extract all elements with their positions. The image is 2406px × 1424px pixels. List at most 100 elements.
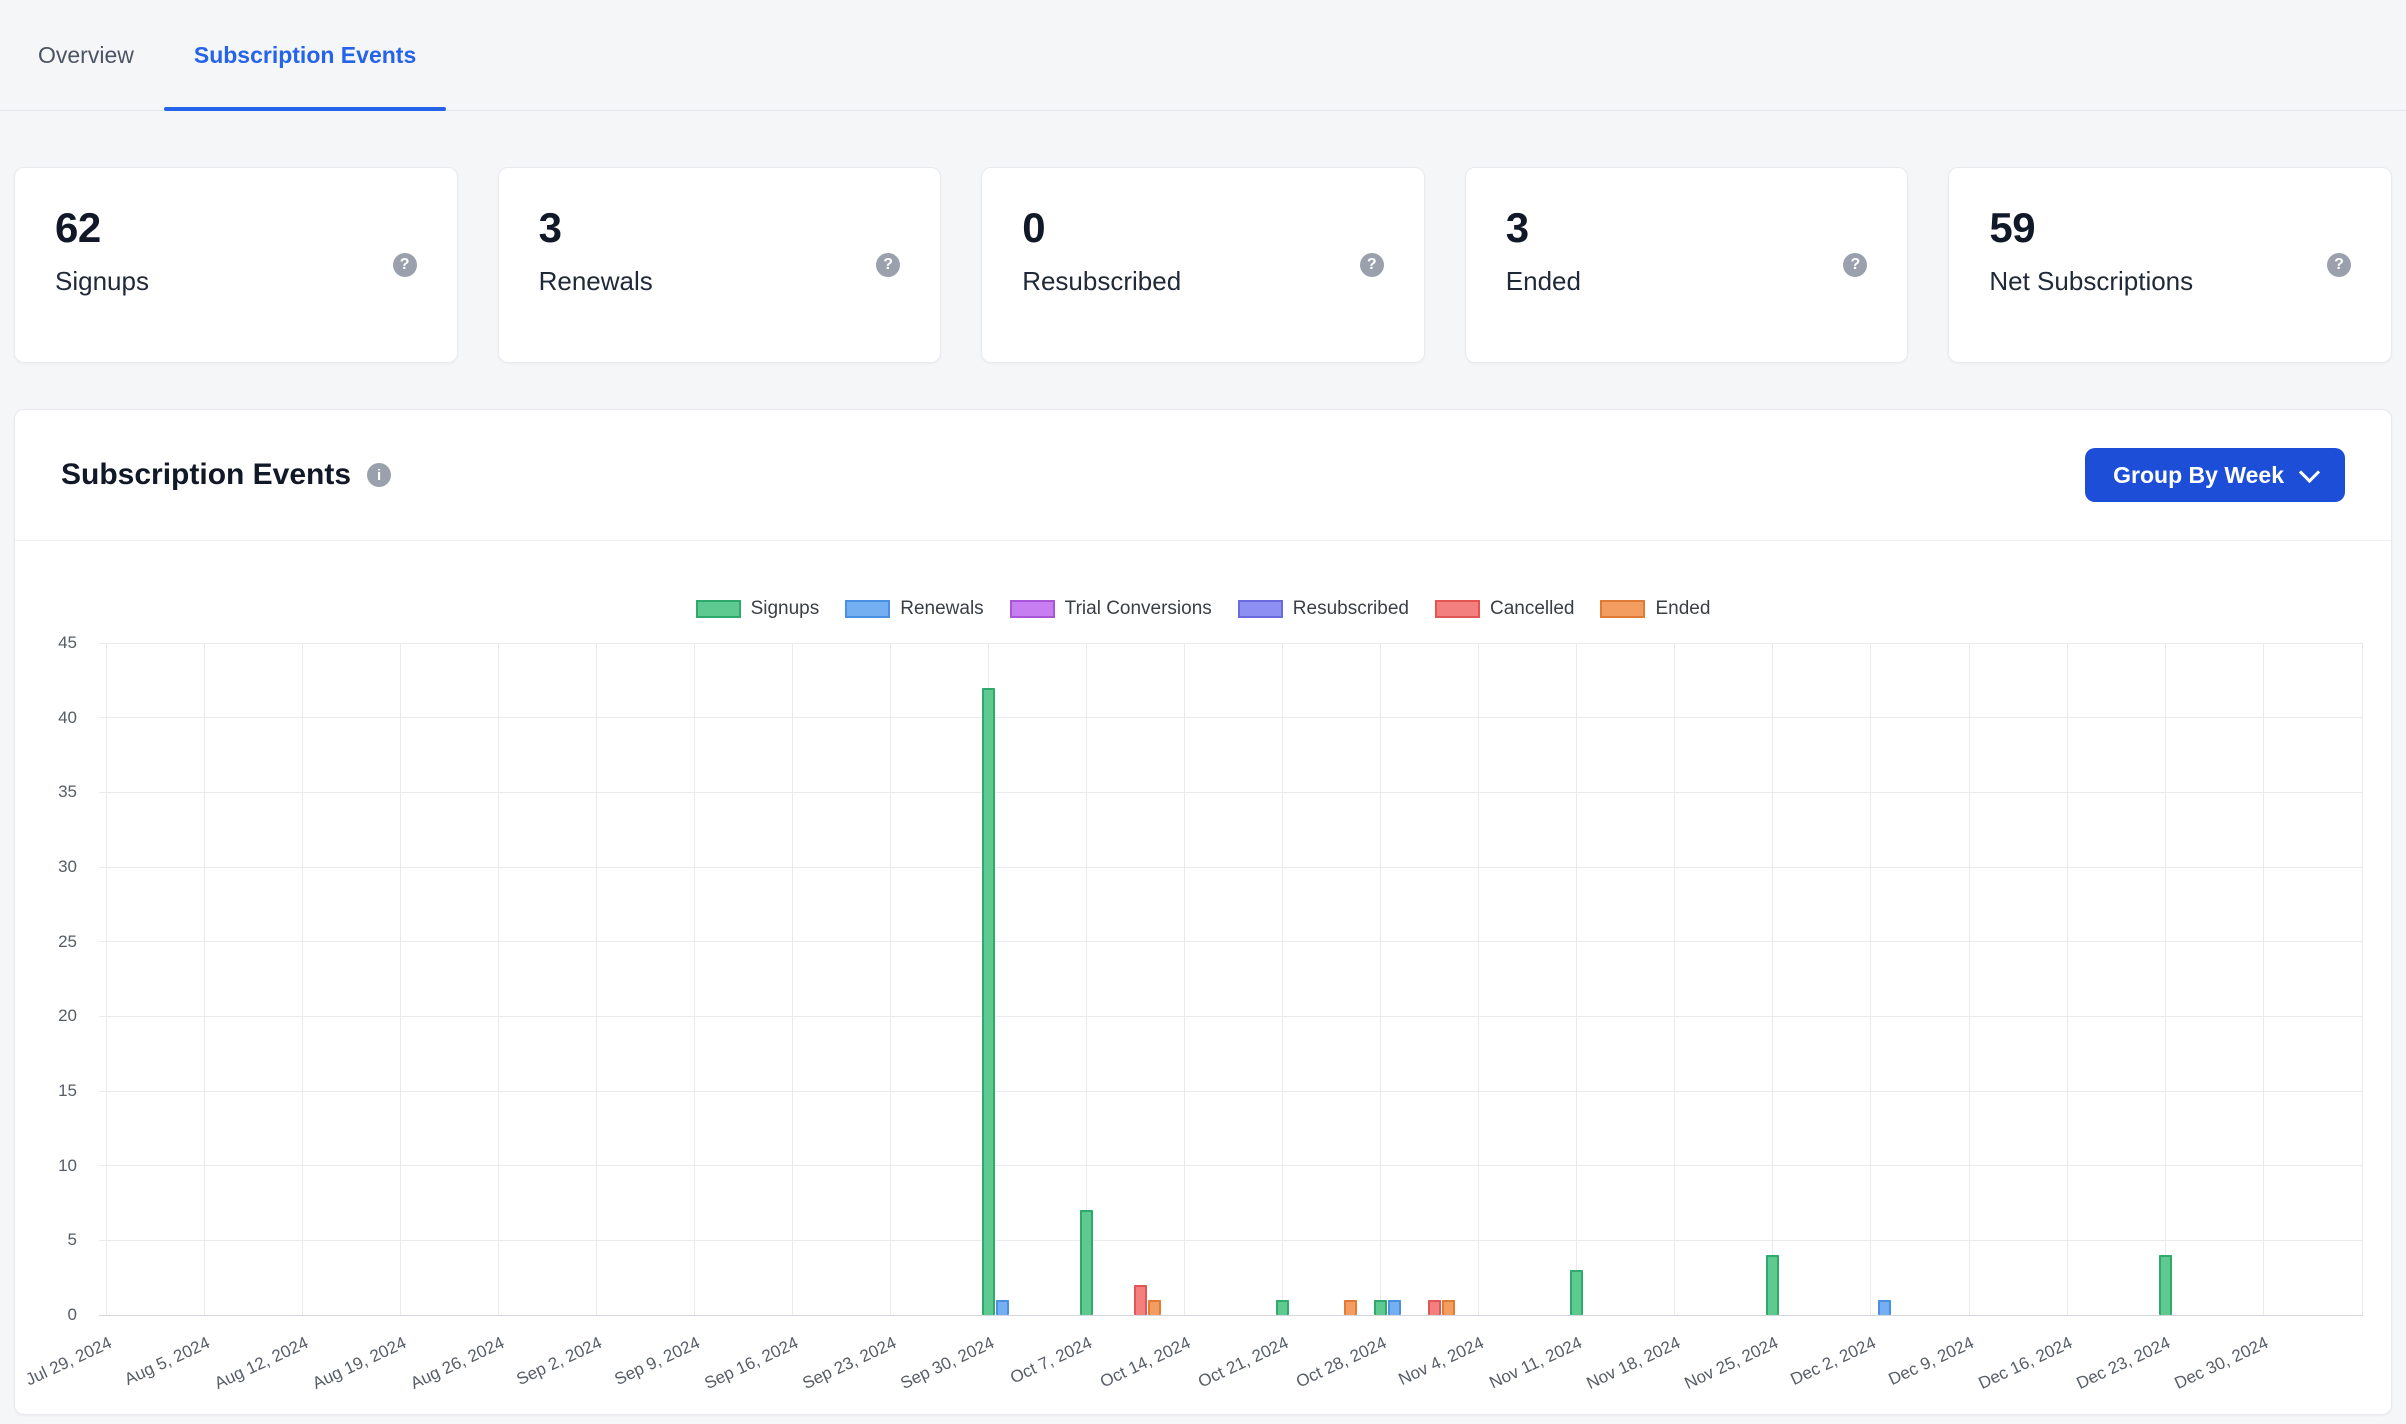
x-axis-label-text: Nov 11, 2024 [1486,1333,1585,1393]
gridline-vertical [400,643,401,1315]
legend-swatch [1238,600,1283,618]
bar-signups-oct-21-2024[interactable] [1276,1300,1289,1315]
legend-item-signups[interactable]: Signups [696,598,820,620]
legend-item-renewals[interactable]: Renewals [845,598,983,620]
legend-swatch [696,600,741,618]
stat-value: 59 [1989,204,2351,252]
gridline-vertical [890,643,891,1315]
x-axis-label-text: Aug 19, 2024 [309,1333,409,1394]
gridline-vertical [1772,643,1773,1315]
gridline-horizontal [99,717,2363,718]
help-icon[interactable]: ? [876,253,900,277]
stat-label: Net Subscriptions [1989,266,2351,297]
group-by-week-button[interactable]: Group By Week [2085,448,2345,502]
legend-item-trial-conversions[interactable]: Trial Conversions [1010,598,1212,620]
bar-signups-sep-30-2024[interactable] [982,688,995,1315]
gridline-horizontal [99,1016,2363,1017]
panel-title: Subscription Events [61,458,351,492]
y-axis-label: 45 [58,632,77,654]
help-icon[interactable]: ? [1843,253,1867,277]
y-axis-label: 25 [58,931,77,953]
stat-card-net-subscriptions: 59 Net Subscriptions? [1948,167,2392,363]
legend-item-resubscribed[interactable]: Resubscribed [1238,598,1409,620]
bar-signups-nov-11-2024[interactable] [1570,1270,1583,1315]
gridline-vertical [2263,643,2264,1315]
info-icon[interactable]: i [367,463,391,487]
bar-signups-oct-7-2024[interactable] [1080,1210,1093,1315]
y-axis-label: 35 [58,781,77,803]
bar-ended-oct-7-2024[interactable] [1148,1300,1161,1315]
bar-cancelled-oct-28-2024[interactable] [1428,1300,1441,1315]
tab-subscription-events[interactable]: Subscription Events [164,0,446,110]
gridline-vertical [1674,643,1675,1315]
x-axis-label-text: Sep 16, 2024 [701,1333,801,1394]
legend-swatch [1600,600,1645,618]
bar-signups-dec-23-2024[interactable] [2159,1255,2172,1315]
gridline-horizontal [99,1091,2363,1092]
gridline-vertical [204,643,205,1315]
help-icon[interactable]: ? [2327,253,2351,277]
bar-renewals-oct-28-2024[interactable] [1388,1300,1401,1315]
legend-label: Renewals [900,598,983,620]
x-axis: Jul 29, 2024Aug 5, 2024Aug 12, 2024Aug 1… [99,1321,2363,1415]
stat-label: Signups [55,266,417,297]
legend-swatch [1010,600,1055,618]
y-axis-label: 40 [58,707,77,729]
gridline-horizontal [99,1240,2363,1241]
x-axis-label-text: Sep 23, 2024 [799,1333,899,1394]
help-icon[interactable]: ? [393,253,417,277]
bar-renewals-sep-30-2024[interactable] [996,1300,1009,1315]
bar-signups-nov-25-2024[interactable] [1766,1255,1779,1315]
x-axis-label-text: Dec 23, 2024 [2073,1333,2173,1394]
x-axis-label-text: Dec 16, 2024 [1975,1333,2075,1394]
gridline-vertical [1282,643,1283,1315]
group-by-week-label: Group By Week [2113,462,2284,489]
bar-ended-oct-21-2024[interactable] [1344,1300,1357,1315]
gridline-horizontal [99,792,2363,793]
stat-card-signups: 62Signups? [14,167,458,363]
bar-cancelled-oct-7-2024[interactable] [1134,1285,1147,1315]
y-axis-label: 20 [58,1005,77,1027]
legend-label: Trial Conversions [1065,598,1212,620]
x-axis-label-text: Oct 7, 2024 [1007,1333,1095,1388]
legend-swatch [845,600,890,618]
tab-bar: OverviewSubscription Events [0,0,2406,111]
gridline-vertical [596,643,597,1315]
x-axis-label-text: Sep 9, 2024 [612,1333,704,1390]
stat-value: 0 [1022,204,1384,252]
bar-renewals-dec-2-2024[interactable] [1878,1300,1891,1315]
chart-legend: Signups Renewals Trial Conversions Resubscr… [15,597,2391,621]
gridline-vertical [1478,643,1479,1315]
help-icon[interactable]: ? [1360,253,1384,277]
stat-label: Resubscribed [1022,266,1384,297]
stat-card-resubscribed: 0 Resubscribed? [981,167,1425,363]
chart-panel: Subscription Events i Group By Week Sign… [14,409,2392,1415]
legend-label: Signups [751,598,820,620]
legend-item-ended[interactable]: Ended [1600,598,1710,620]
x-axis-label-text: Aug 12, 2024 [211,1333,311,1394]
gridline-vertical [498,643,499,1315]
gridline-horizontal [99,1165,2363,1166]
x-axis-label-text: Oct 21, 2024 [1195,1333,1292,1392]
tab-overview[interactable]: Overview [8,0,164,110]
stat-cards-row: 62Signups?3Renewals?0Resubscribed?3Ended… [0,167,2406,363]
gridline-vertical [1969,643,1970,1315]
x-axis-label-text: Aug 26, 2024 [407,1333,507,1394]
bar-signups-oct-28-2024[interactable] [1374,1300,1387,1315]
gridline-horizontal [99,1315,2363,1316]
gridline-vertical [1870,643,1871,1315]
gridline-vertical [2362,643,2363,1315]
chart: 051015202530354045 Jul 29, 2024Aug 5, 20… [35,627,2367,1415]
bar-ended-oct-28-2024[interactable] [1442,1300,1455,1315]
y-axis-label: 15 [58,1080,77,1102]
chart-plot [99,643,2363,1315]
x-axis-label-text: Oct 28, 2024 [1293,1333,1390,1392]
x-axis-label-text: Jul 29, 2024 [23,1333,115,1390]
gridline-vertical [694,643,695,1315]
legend-item-cancelled[interactable]: Cancelled [1435,598,1575,620]
panel-title-wrap: Subscription Events i [61,458,391,492]
y-axis: 051015202530354045 [35,643,91,1315]
gridline-vertical [302,643,303,1315]
x-axis-label-text: Sep 30, 2024 [897,1333,997,1394]
chart-panel-header: Subscription Events i Group By Week [15,410,2391,541]
